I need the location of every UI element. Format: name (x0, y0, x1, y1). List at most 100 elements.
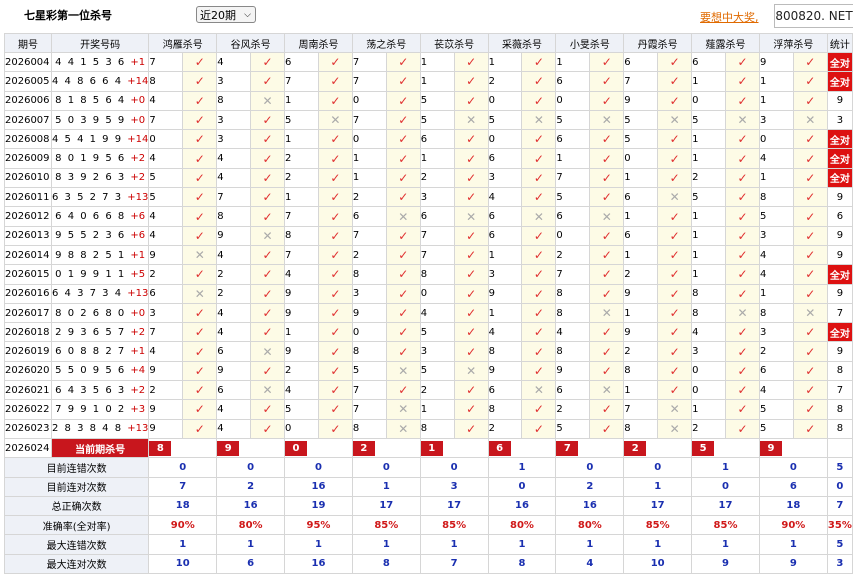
kill-number: 4 (691, 322, 727, 343)
summary-stat: 3 (826, 553, 853, 575)
cross-icon: ✕ (521, 380, 557, 401)
summary-value: 0 (419, 457, 489, 478)
check-icon: ✓ (182, 418, 218, 439)
kill-number: 5 (691, 109, 727, 131)
summary-value: 7 (148, 476, 218, 497)
check-icon: ✓ (521, 129, 557, 150)
draw-bonus: +6 (130, 211, 146, 223)
check-icon: ✓ (317, 51, 353, 73)
draw-cell: 6 4 3 5 6 3 +2 (50, 380, 150, 401)
kill-number: 1 (623, 302, 659, 324)
kill-number: 8 (351, 264, 387, 285)
summary-value: 9 (691, 553, 760, 575)
check-icon: ✓ (317, 302, 353, 324)
kill-number: 4 (216, 418, 252, 439)
summary-row: 目前连错次数 0 0 0 0 0 1 0 0 1 0 5 (3, 457, 853, 478)
draw-numbers: 2 9 3 6 5 7 (55, 326, 131, 338)
col-header-expert-3[interactable]: 周南杀号 (284, 33, 353, 53)
current-kill-badge: 7 (556, 440, 579, 456)
draw-numbers: 6 0 8 8 2 7 (55, 346, 131, 358)
check-icon: ✓ (317, 322, 353, 343)
period-select[interactable]: 近20期 ⌵ (196, 6, 256, 23)
check-icon: ✓ (521, 225, 557, 246)
kill-number: 4 (284, 380, 319, 401)
kill-number: 9 (487, 283, 523, 304)
kill-number: 6 (284, 51, 319, 73)
check-icon: ✓ (182, 109, 218, 131)
kill-number: 2 (555, 399, 591, 420)
check-icon: ✓ (453, 167, 489, 189)
ad-link[interactable]: 要想中大奖, (700, 9, 759, 25)
check-icon: ✓ (657, 225, 693, 246)
check-icon: ✓ (250, 109, 286, 131)
stat-cell: 全对 (826, 264, 853, 285)
draw-bonus: +0 (130, 114, 146, 126)
col-header-expert-9[interactable]: 薤露杀号 (691, 33, 760, 53)
chevron-down-icon: ⌵ (244, 10, 251, 20)
kill-number: 7 (555, 264, 591, 285)
stat-cell: 8 (826, 399, 853, 420)
check-icon: ✓ (250, 129, 286, 150)
draw-bonus: +5 (130, 268, 146, 280)
check-icon: ✓ (453, 90, 489, 111)
stat-cell: 全对 (826, 51, 853, 73)
check-icon: ✓ (589, 129, 625, 150)
summary-stat: 0 (826, 476, 853, 497)
col-header-expert-10[interactable]: 浮萍杀号 (758, 33, 828, 53)
draw-cell: 8 0 2 6 8 0 +0 (50, 302, 150, 324)
col-header-expert-7[interactable]: 小旻杀号 (555, 33, 625, 53)
check-icon: ✓ (250, 283, 286, 304)
check-icon: ✓ (453, 148, 489, 169)
kill-number: 2 (623, 264, 659, 285)
kill-number: 5 (419, 322, 455, 343)
kill-number: 6 (555, 129, 591, 150)
kill-number: 4 (758, 264, 794, 285)
draw-bonus: +0 (130, 307, 146, 319)
col-header-expert-6[interactable]: 采薇杀号 (487, 33, 557, 53)
check-icon: ✓ (317, 187, 353, 208)
check-icon: ✓ (250, 187, 286, 208)
cross-icon: ✕ (521, 206, 557, 227)
current-kill-number: 5 (691, 437, 760, 459)
stat-cell: 全对 (826, 129, 853, 150)
check-icon: ✓ (657, 71, 693, 92)
current-kill-number: 8 (148, 437, 218, 459)
check-icon: ✓ (453, 399, 489, 420)
col-header-expert-4[interactable]: 荡之杀号 (351, 33, 421, 53)
kill-number: 9 (148, 399, 184, 420)
check-icon: ✓ (725, 283, 760, 304)
table-header: 期号 开奖号码 鸿雁杀号 谷风杀号 周南杀号 荡之杀号 苌苡杀号 采薇杀号 小旻杀号 丹霞杀号 薤露… (4, 33, 853, 53)
table-row: 2026017 8 0 2 6 8 0 +0 3 ✓ 4 ✓ 9 ✓ 9 ✓ 4 ✓ 1 ✓ 8 ✕ 1 ✓ 8 ✕ 8… (4, 302, 853, 324)
check-icon: ✓ (657, 129, 693, 150)
kill-number: 1 (691, 206, 727, 227)
site-badge[interactable]: 800820. NET (774, 4, 853, 28)
draw-bonus: +13 (127, 423, 149, 435)
check-icon: ✓ (385, 322, 421, 343)
check-icon: ✓ (250, 51, 286, 73)
kill-number: 9 (555, 360, 591, 382)
check-icon: ✓ (521, 264, 557, 285)
check-icon: ✓ (250, 360, 286, 382)
check-icon: ✓ (589, 148, 625, 169)
kill-number: 2 (148, 264, 184, 285)
draw-numbers: 6 4 3 5 6 3 (55, 384, 131, 396)
check-icon: ✓ (589, 399, 625, 420)
check-icon: ✓ (385, 51, 421, 73)
kill-number: 0 (351, 322, 387, 343)
col-header-expert-5[interactable]: 苌苡杀号 (419, 33, 489, 53)
check-icon: ✓ (385, 283, 421, 304)
col-header-expert-2[interactable]: 谷风杀号 (216, 33, 286, 53)
kill-number: 4 (487, 187, 523, 208)
kill-number: 0 (487, 129, 523, 150)
col-header-expert-1[interactable]: 鸿雁杀号 (148, 33, 218, 53)
kill-number: 4 (148, 341, 184, 362)
summary-value: 1 (623, 476, 693, 497)
summary-value: 1 (623, 534, 693, 555)
period-cell: 2026020 (4, 360, 52, 382)
kill-number: 9 (487, 360, 523, 382)
kill-number: 1 (691, 264, 727, 285)
col-header-expert-8[interactable]: 丹霞杀号 (623, 33, 693, 53)
kill-number: 8 (623, 418, 659, 439)
period-cell: 2026010 (4, 167, 52, 189)
kill-number: 9 (284, 341, 319, 362)
